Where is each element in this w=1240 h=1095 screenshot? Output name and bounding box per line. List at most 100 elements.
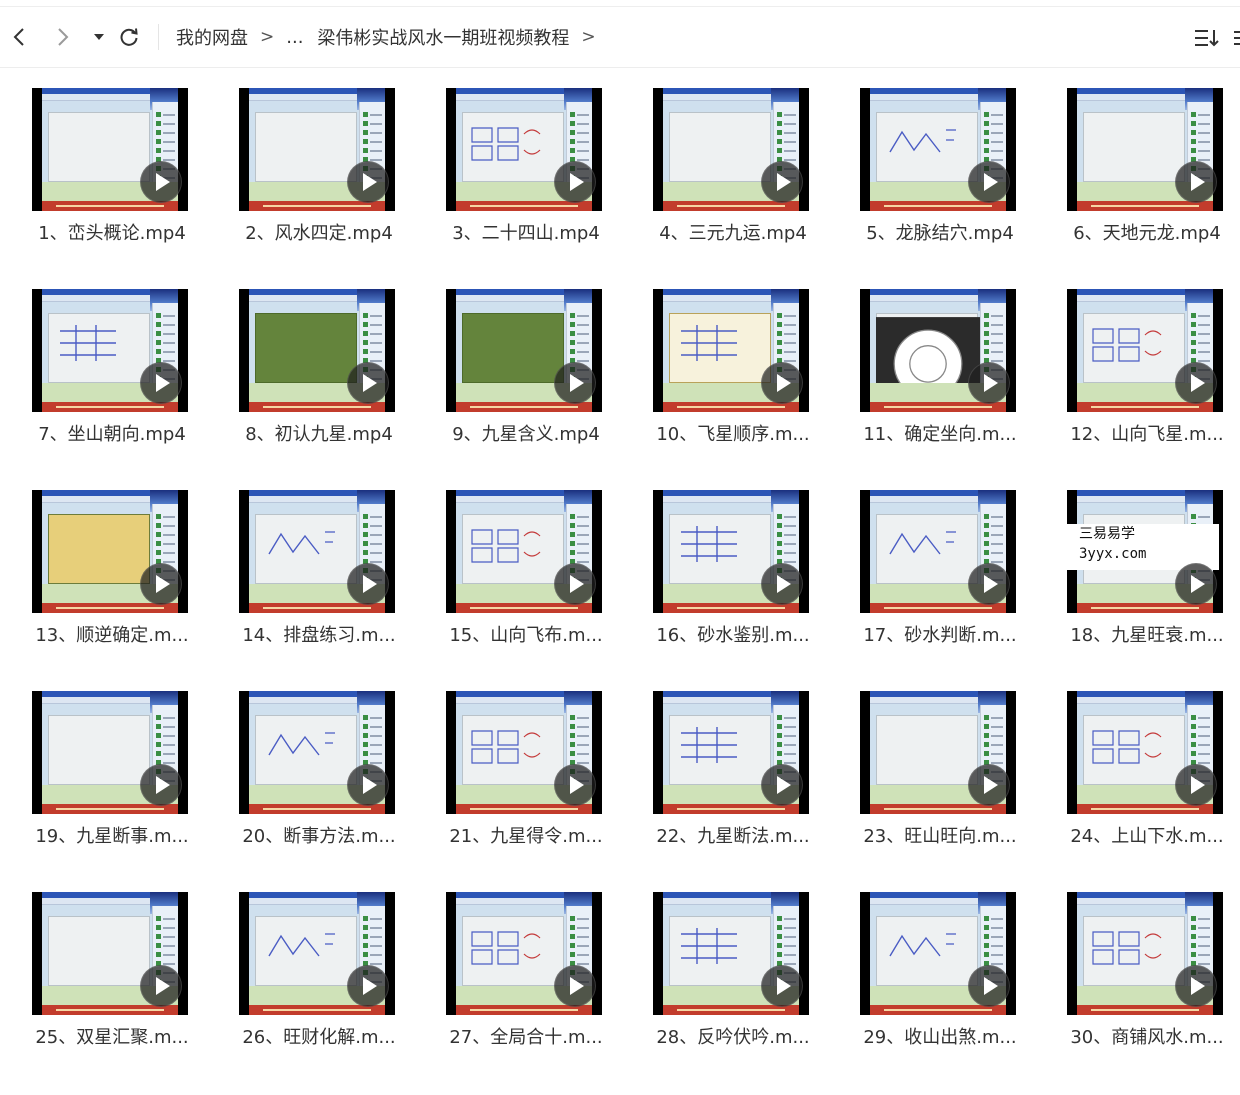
file-item[interactable]: 三易易学 3yyx.com 18、九星旺衰.m...	[1035, 490, 1225, 670]
video-thumbnail[interactable]	[32, 691, 188, 814]
play-icon[interactable]	[554, 563, 596, 605]
video-thumbnail[interactable]	[1067, 289, 1223, 412]
play-icon[interactable]	[554, 161, 596, 203]
file-name[interactable]: 17、砂水判断.m...	[852, 624, 1028, 648]
more-options-button[interactable]	[1234, 26, 1240, 50]
video-thumbnail[interactable]	[239, 892, 395, 1015]
file-name[interactable]: 14、排盘练习.m...	[231, 624, 407, 648]
file-item[interactable]: 10、飞星顺序.m...	[621, 289, 811, 469]
file-item[interactable]: 19、九星断事.m...	[0, 691, 190, 871]
file-item[interactable]: 7、坐山朝向.mp4	[0, 289, 190, 469]
forward-button[interactable]	[50, 24, 76, 50]
file-name[interactable]: 9、九星含义.mp4	[438, 423, 614, 447]
video-thumbnail[interactable]	[32, 490, 188, 613]
file-item[interactable]: 23、旺山旺向.m...	[828, 691, 1018, 871]
video-thumbnail[interactable]	[653, 691, 809, 814]
file-item[interactable]: 29、收山出煞.m...	[828, 892, 1018, 1072]
file-item[interactable]: 12、山向飞星.m...	[1035, 289, 1225, 469]
file-item[interactable]: 27、全局合十.m...	[414, 892, 604, 1072]
video-thumbnail[interactable]	[446, 892, 602, 1015]
file-item[interactable]: 22、九星断法.m...	[621, 691, 811, 871]
file-item[interactable]: 14、排盘练习.m...	[207, 490, 397, 670]
file-name[interactable]: 30、商铺风水.m...	[1059, 1026, 1235, 1050]
play-icon[interactable]	[554, 764, 596, 806]
file-name[interactable]: 28、反吟伏吟.m...	[645, 1026, 821, 1050]
file-name[interactable]: 5、龙脉结穴.mp4	[852, 222, 1028, 246]
history-dropdown-button[interactable]	[86, 24, 112, 50]
file-name[interactable]: 19、九星断事.m...	[24, 825, 200, 849]
file-item[interactable]: 28、反吟伏吟.m...	[621, 892, 811, 1072]
play-icon[interactable]	[761, 362, 803, 404]
file-name[interactable]: 7、坐山朝向.mp4	[24, 423, 200, 447]
video-thumbnail[interactable]	[32, 289, 188, 412]
video-thumbnail[interactable]	[446, 289, 602, 412]
file-item[interactable]: 3、二十四山.mp4	[414, 88, 604, 268]
file-name[interactable]: 1、峦头概论.mp4	[24, 222, 200, 246]
play-icon[interactable]	[1175, 563, 1217, 605]
file-name[interactable]: 23、旺山旺向.m...	[852, 825, 1028, 849]
play-icon[interactable]	[140, 362, 182, 404]
file-name[interactable]: 8、初认九星.mp4	[231, 423, 407, 447]
video-thumbnail[interactable]	[32, 892, 188, 1015]
file-item[interactable]: 1、峦头概论.mp4	[0, 88, 190, 268]
file-item[interactable]: 21、九星得令.m...	[414, 691, 604, 871]
file-item[interactable]: 15、山向飞布.m...	[414, 490, 604, 670]
file-item[interactable]: 26、旺财化解.m...	[207, 892, 397, 1072]
file-name[interactable]: 20、断事方法.m...	[231, 825, 407, 849]
play-icon[interactable]	[761, 764, 803, 806]
play-icon[interactable]	[968, 161, 1010, 203]
file-name[interactable]: 2、风水四定.mp4	[231, 222, 407, 246]
file-name[interactable]: 22、九星断法.m...	[645, 825, 821, 849]
file-item[interactable]: 2、风水四定.mp4	[207, 88, 397, 268]
file-name[interactable]: 18、九星旺衰.m...	[1059, 624, 1235, 648]
play-icon[interactable]	[347, 362, 389, 404]
video-thumbnail[interactable]	[239, 88, 395, 211]
play-icon[interactable]	[347, 965, 389, 1007]
file-name[interactable]: 25、双星汇聚.m...	[24, 1026, 200, 1050]
breadcrumb-current-folder[interactable]: 梁伟彬实战风水一期班视频教程	[317, 24, 569, 50]
refresh-button[interactable]	[116, 24, 142, 50]
play-icon[interactable]	[554, 362, 596, 404]
file-name[interactable]: 16、砂水鉴别.m...	[645, 624, 821, 648]
play-icon[interactable]	[347, 563, 389, 605]
file-item[interactable]: 30、商铺风水.m...	[1035, 892, 1225, 1072]
play-icon[interactable]	[140, 161, 182, 203]
play-icon[interactable]	[761, 563, 803, 605]
play-icon[interactable]	[968, 362, 1010, 404]
video-thumbnail[interactable]	[446, 88, 602, 211]
video-thumbnail[interactable]	[860, 490, 1016, 613]
video-thumbnail[interactable]	[860, 88, 1016, 211]
video-thumbnail[interactable]	[860, 691, 1016, 814]
play-icon[interactable]	[968, 965, 1010, 1007]
back-button[interactable]	[6, 24, 32, 50]
file-name[interactable]: 13、顺逆确定.m...	[24, 624, 200, 648]
video-thumbnail[interactable]	[239, 490, 395, 613]
play-icon[interactable]	[1175, 965, 1217, 1007]
video-thumbnail[interactable]	[1067, 691, 1223, 814]
file-item[interactable]: 24、上山下水.m...	[1035, 691, 1225, 871]
file-item[interactable]: 17、砂水判断.m...	[828, 490, 1018, 670]
file-item[interactable]: 6、天地元龙.mp4	[1035, 88, 1225, 268]
file-name[interactable]: 11、确定坐向.m...	[852, 423, 1028, 447]
video-thumbnail[interactable]	[860, 892, 1016, 1015]
file-name[interactable]: 21、九星得令.m...	[438, 825, 614, 849]
file-item[interactable]: 9、九星含义.mp4	[414, 289, 604, 469]
video-thumbnail[interactable]	[239, 691, 395, 814]
file-name[interactable]: 10、飞星顺序.m...	[645, 423, 821, 447]
video-thumbnail[interactable]	[653, 88, 809, 211]
video-thumbnail[interactable]	[446, 490, 602, 613]
play-icon[interactable]	[761, 161, 803, 203]
video-thumbnail[interactable]	[860, 289, 1016, 412]
file-item[interactable]: 4、三元九运.mp4	[621, 88, 811, 268]
play-icon[interactable]	[140, 563, 182, 605]
video-thumbnail[interactable]	[653, 490, 809, 613]
play-icon[interactable]	[347, 161, 389, 203]
file-name[interactable]: 3、二十四山.mp4	[438, 222, 614, 246]
play-icon[interactable]	[1175, 161, 1217, 203]
file-name[interactable]: 15、山向飞布.m...	[438, 624, 614, 648]
file-name[interactable]: 4、三元九运.mp4	[645, 222, 821, 246]
file-item[interactable]: 13、顺逆确定.m...	[0, 490, 190, 670]
play-icon[interactable]	[1175, 362, 1217, 404]
video-thumbnail[interactable]	[32, 88, 188, 211]
file-item[interactable]: 8、初认九星.mp4	[207, 289, 397, 469]
